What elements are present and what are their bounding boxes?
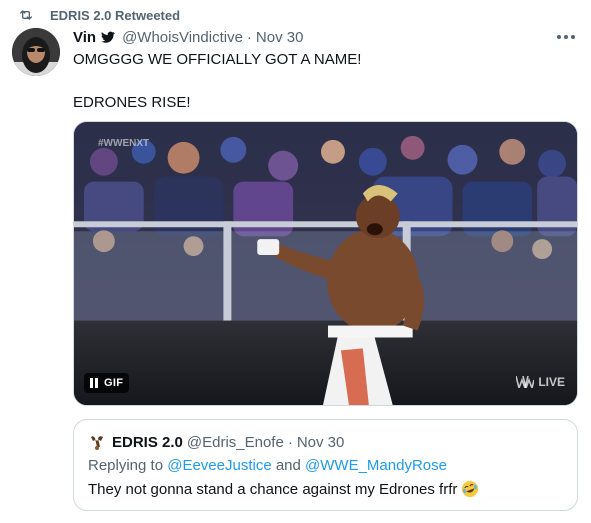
- replying-prefix: Replying to: [88, 457, 168, 474]
- more-dot-icon: [557, 35, 561, 39]
- quoted-author-handle: @Edris_Enofe: [186, 433, 284, 451]
- tweet-text-line: OMGGGG WE OFFICIALLY GOT A NAME!: [73, 51, 362, 68]
- quoted-tweet-text: They not gonna stand a chance against my…: [88, 480, 479, 498]
- author-handle[interactable]: @WhoisVindictive: [122, 29, 243, 46]
- live-label: LIVE: [538, 375, 565, 389]
- quoted-date: Nov 30: [296, 433, 345, 451]
- gif-label: GIF: [104, 377, 124, 389]
- replying-to: Replying to @EeveeJustice and @WWE_Mandy…: [88, 457, 447, 474]
- more-dot-icon: [571, 35, 575, 39]
- retweet-context[interactable]: EDRIS 2.0 Retweeted: [18, 6, 180, 24]
- quoted-author-name: EDRIS 2.0: [112, 433, 183, 451]
- retweet-icon: [20, 10, 32, 20]
- tweet-header: Vin @WhoisVindictive · Nov 30: [73, 27, 303, 47]
- pause-icon: [90, 378, 98, 388]
- avatar-image: [12, 28, 60, 76]
- quoted-separator: ·: [287, 433, 293, 451]
- more-dot-icon: [564, 35, 568, 39]
- wwe-logo-icon: [516, 376, 535, 388]
- tweet-date[interactable]: Nov 30: [256, 29, 304, 46]
- gif-frame-image: [74, 122, 577, 405]
- replying-and: and: [271, 457, 306, 474]
- quoted-text: They not gonna stand a chance against my…: [88, 480, 458, 498]
- header-separator: ·: [246, 28, 252, 46]
- gif-media[interactable]: #WWENXT GIF LIVE: [73, 121, 578, 406]
- tweet-text-line: EDRONES RISE!: [73, 94, 191, 111]
- wwe-live-watermark: LIVE: [516, 375, 565, 389]
- gif-pause-button[interactable]: GIF: [84, 373, 130, 393]
- quoted-tweet[interactable]: EDRIS 2.0 @Edris_Enofe · Nov 30 Replying…: [73, 419, 578, 511]
- quoted-avatar[interactable]: [88, 433, 106, 451]
- retweet-label: EDRIS 2.0 Retweeted: [50, 7, 181, 23]
- gif-watermark-tag: #WWENXT: [98, 138, 150, 149]
- mention-link[interactable]: @EeveeJustice: [167, 457, 271, 474]
- mention-link[interactable]: @WWE_MandyRose: [305, 457, 447, 474]
- more-options-button[interactable]: [555, 28, 577, 46]
- avatar[interactable]: [12, 28, 60, 76]
- author-name[interactable]: Vin: [73, 29, 96, 46]
- rolling-laughing-emoji-icon: [462, 480, 479, 498]
- twitter-bird-icon: [101, 31, 115, 43]
- quoted-tweet-header: EDRIS 2.0 @Edris_Enofe · Nov 30: [88, 432, 344, 452]
